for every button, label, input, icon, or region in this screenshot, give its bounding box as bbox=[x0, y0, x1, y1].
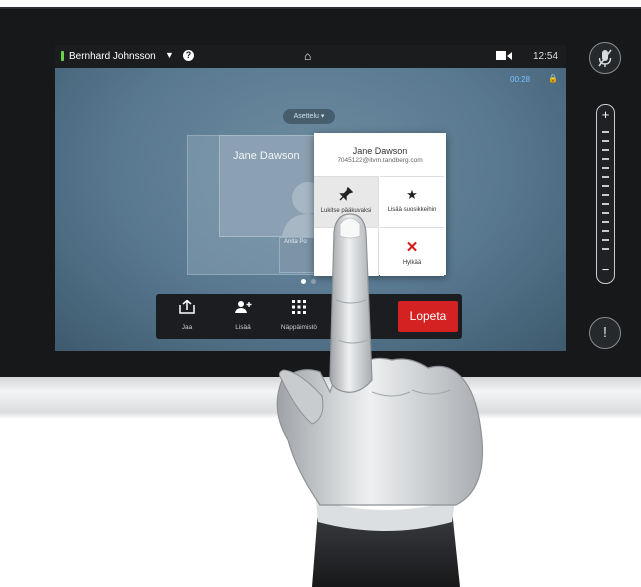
pointing-hand-illustration bbox=[276, 213, 484, 587]
